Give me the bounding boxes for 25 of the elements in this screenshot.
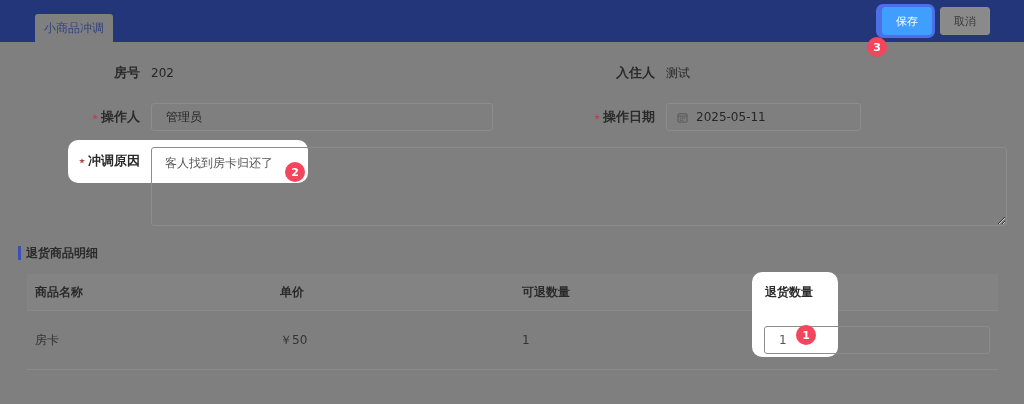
column-header: 单价 [279, 283, 305, 301]
field-label: 冲调原因 [88, 152, 140, 170]
field-label: 操作人 [101, 108, 140, 126]
column-header: 商品名称 [34, 283, 84, 301]
field-label: 操作日期 [603, 108, 655, 126]
field-label: 房号 [114, 64, 140, 82]
required-mark-icon [92, 114, 98, 120]
save-button[interactable]: 保存 [882, 7, 932, 35]
section-title: 退货商品明细 [26, 244, 98, 262]
field-value: 测试 [666, 64, 690, 82]
cancel-button[interactable]: 取消 [940, 7, 990, 35]
date-field[interactable]: 2025-05-11 [666, 103, 861, 131]
tab[interactable]: 小商品冲调 [35, 14, 113, 42]
column-header: 退货数量 [764, 283, 814, 301]
section-marker [18, 246, 21, 260]
table-cell-text: 1 [521, 333, 531, 347]
field-label: 入住人 [616, 64, 655, 82]
calendar-icon [677, 111, 688, 123]
field-value: 202 [151, 66, 174, 80]
required-mark-icon [594, 114, 600, 120]
table-cell-text: ￥50 [279, 331, 309, 349]
step-badge: 3 [867, 37, 887, 57]
input-field[interactable]: 管理员 [151, 103, 493, 131]
column-header: 可退数量 [521, 283, 571, 301]
table-cell-text: 房卡 [34, 331, 60, 349]
